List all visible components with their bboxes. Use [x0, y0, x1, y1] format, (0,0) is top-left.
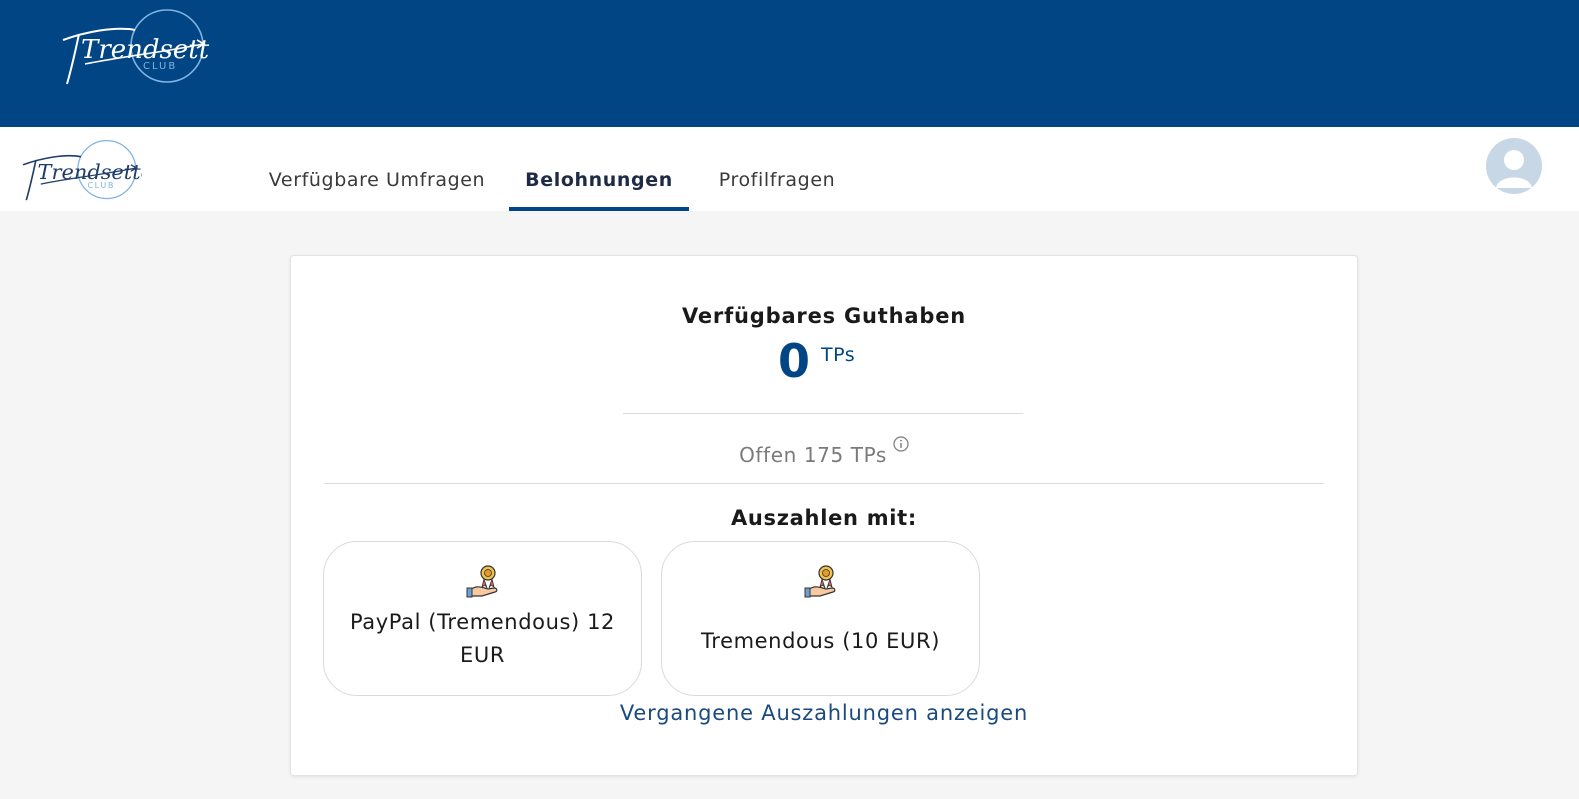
balance-title: Verfügbares Guthaben — [681, 304, 966, 328]
reward-hand-icon — [804, 565, 836, 598]
trendsetter-club-nav-logo[interactable]: Trendsetter CLUB — [16, 139, 142, 205]
nav-logo-sub: CLUB — [87, 181, 115, 190]
payout-option-label: PayPal (Tremendous) 12 EUR — [349, 610, 616, 667]
top-banner: Trendsetter CLUB — [0, 0, 1579, 127]
tab-label: Belohnungen — [525, 169, 673, 191]
tab-available-surveys[interactable]: Verfügbare Umfragen — [262, 127, 492, 211]
user-avatar-icon[interactable] — [1486, 138, 1542, 194]
tab-label: Verfügbare Umfragen — [268, 169, 486, 191]
pending-text: Offen 175 TPs — [739, 443, 887, 467]
tab-label: Profilfragen — [718, 169, 836, 191]
balance-unit: TPs — [821, 344, 856, 366]
navbar: Trendsetter CLUB Verfügbare Umfragen Bel… — [0, 127, 1579, 211]
reward-hand-icon — [466, 565, 498, 598]
info-icon[interactable] — [893, 436, 909, 452]
balance-value: 0 — [778, 334, 811, 388]
divider — [623, 413, 1023, 414]
section-divider — [324, 483, 1324, 484]
payout-option-paypal[interactable]: PayPal (Tremendous) 12 EUR — [323, 541, 642, 696]
payout-heading: Auszahlen mit: — [730, 506, 918, 530]
payout-option-label: Tremendous (10 EUR) — [700, 629, 941, 653]
rewards-card: Verfügbares Guthaben 0 TPs Offen 175 TPs… — [290, 255, 1358, 776]
tab-profile-questions[interactable]: Profilfragen — [706, 127, 848, 211]
payout-option-tremendous[interactable]: Tremendous (10 EUR) — [661, 541, 980, 696]
trendsetter-club-logo[interactable]: Trendsetter CLUB — [55, 8, 210, 90]
past-payouts-link[interactable]: Vergangene Auszahlungen anzeigen — [291, 701, 1357, 725]
active-tab-indicator — [509, 207, 689, 211]
tab-rewards[interactable]: Belohnungen — [509, 127, 689, 211]
pending-balance: Offen 175 TPs — [291, 436, 1357, 467]
logo-sub: CLUB — [143, 61, 177, 72]
